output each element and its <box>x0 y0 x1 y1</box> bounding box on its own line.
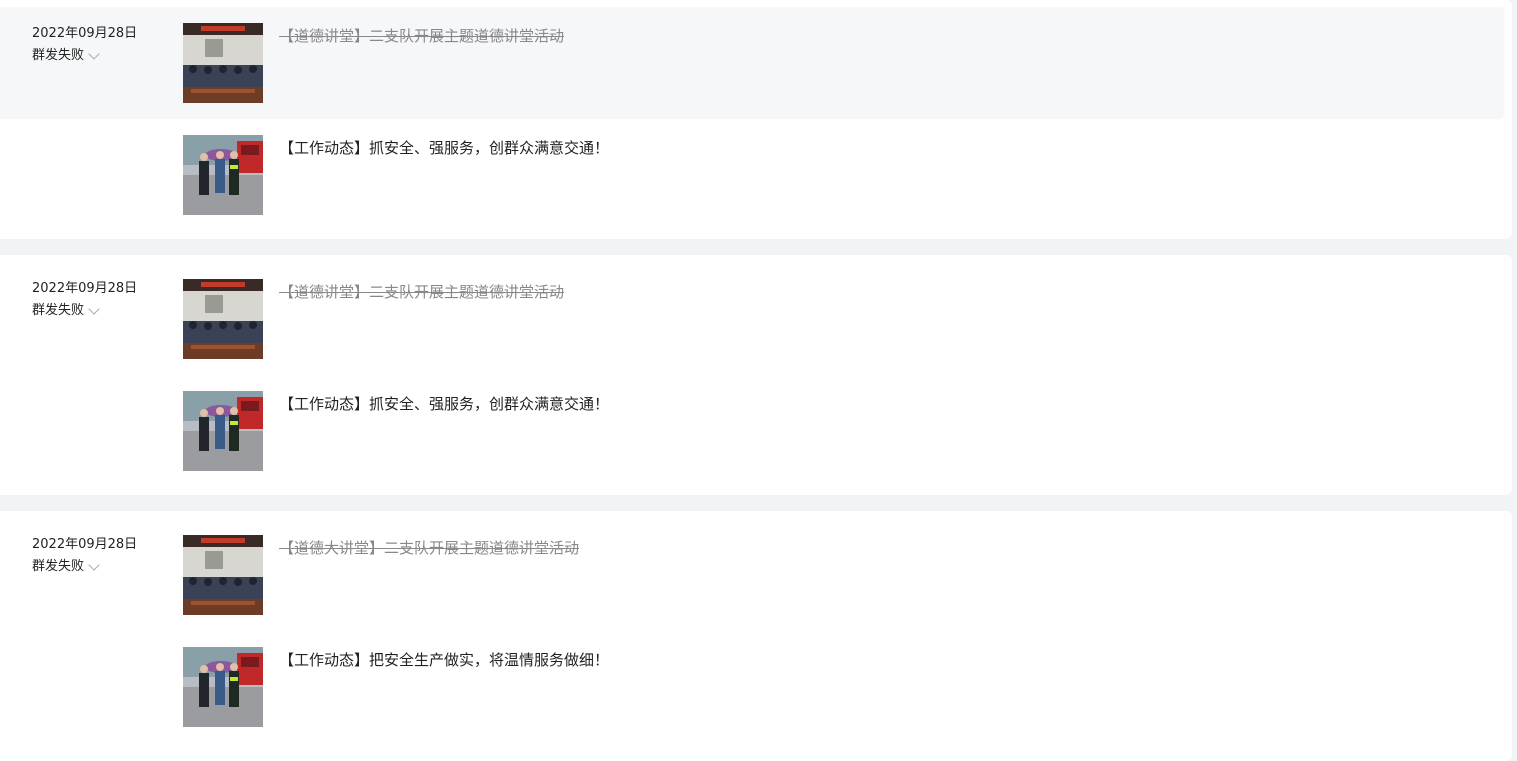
send-date: 2022年09月28日 <box>32 281 138 296</box>
chevron-down-icon <box>88 47 100 60</box>
article-title[interactable]: 【道德讲堂】二支队开展主题道德讲堂活动 <box>279 282 564 302</box>
chevron-down-icon <box>88 558 100 571</box>
article-title[interactable]: 【道德讲堂】二支队开展主题道德讲堂活动 <box>279 26 564 46</box>
message-card: 2022年09月28日 群发失败 【道德讲堂】二支队开展主题道德讲堂活动 【工作… <box>0 255 1512 495</box>
status-label: 群发失败 <box>32 559 85 574</box>
send-date: 2022年09月28日 <box>32 26 138 41</box>
article-title[interactable]: 【工作动态】抓安全、强服务，创群众满意交通！ <box>279 394 609 414</box>
message-meta: 2022年09月28日 群发失败 <box>32 25 137 65</box>
message-meta: 2022年09月28日 群发失败 <box>32 536 137 576</box>
article-thumbnail-image <box>183 647 263 727</box>
status-dropdown[interactable]: 群发失败 <box>32 302 137 320</box>
message-card: 2022年09月28日 群发失败 【道德讲堂】二支队开展主题道德讲堂活动 【工作… <box>0 0 1512 239</box>
status-label: 群发失败 <box>32 303 85 318</box>
status-dropdown[interactable]: 群发失败 <box>32 558 137 576</box>
message-meta: 2022年09月28日 群发失败 <box>32 280 137 320</box>
status-dropdown[interactable]: 群发失败 <box>32 47 137 65</box>
article-title[interactable]: 【工作动态】抓安全、强服务，创群众满意交通！ <box>279 138 609 158</box>
article-title[interactable]: 【道德大讲堂】二支队开展主题道德讲堂活动 <box>279 538 579 558</box>
article-thumbnail-image <box>183 391 263 471</box>
status-label: 群发失败 <box>32 48 85 63</box>
article-thumbnail-image <box>183 535 263 615</box>
article-thumbnail-image <box>183 135 263 215</box>
article-thumbnail-image <box>183 23 263 103</box>
message-card: 2022年09月28日 群发失败 【道德大讲堂】二支队开展主题道德讲堂活动 【工… <box>0 511 1512 761</box>
chevron-down-icon <box>88 302 100 315</box>
article-title[interactable]: 【工作动态】把安全生产做实，将温情服务做细！ <box>279 650 609 670</box>
send-date: 2022年09月28日 <box>32 537 138 552</box>
article-thumbnail-image <box>183 279 263 359</box>
